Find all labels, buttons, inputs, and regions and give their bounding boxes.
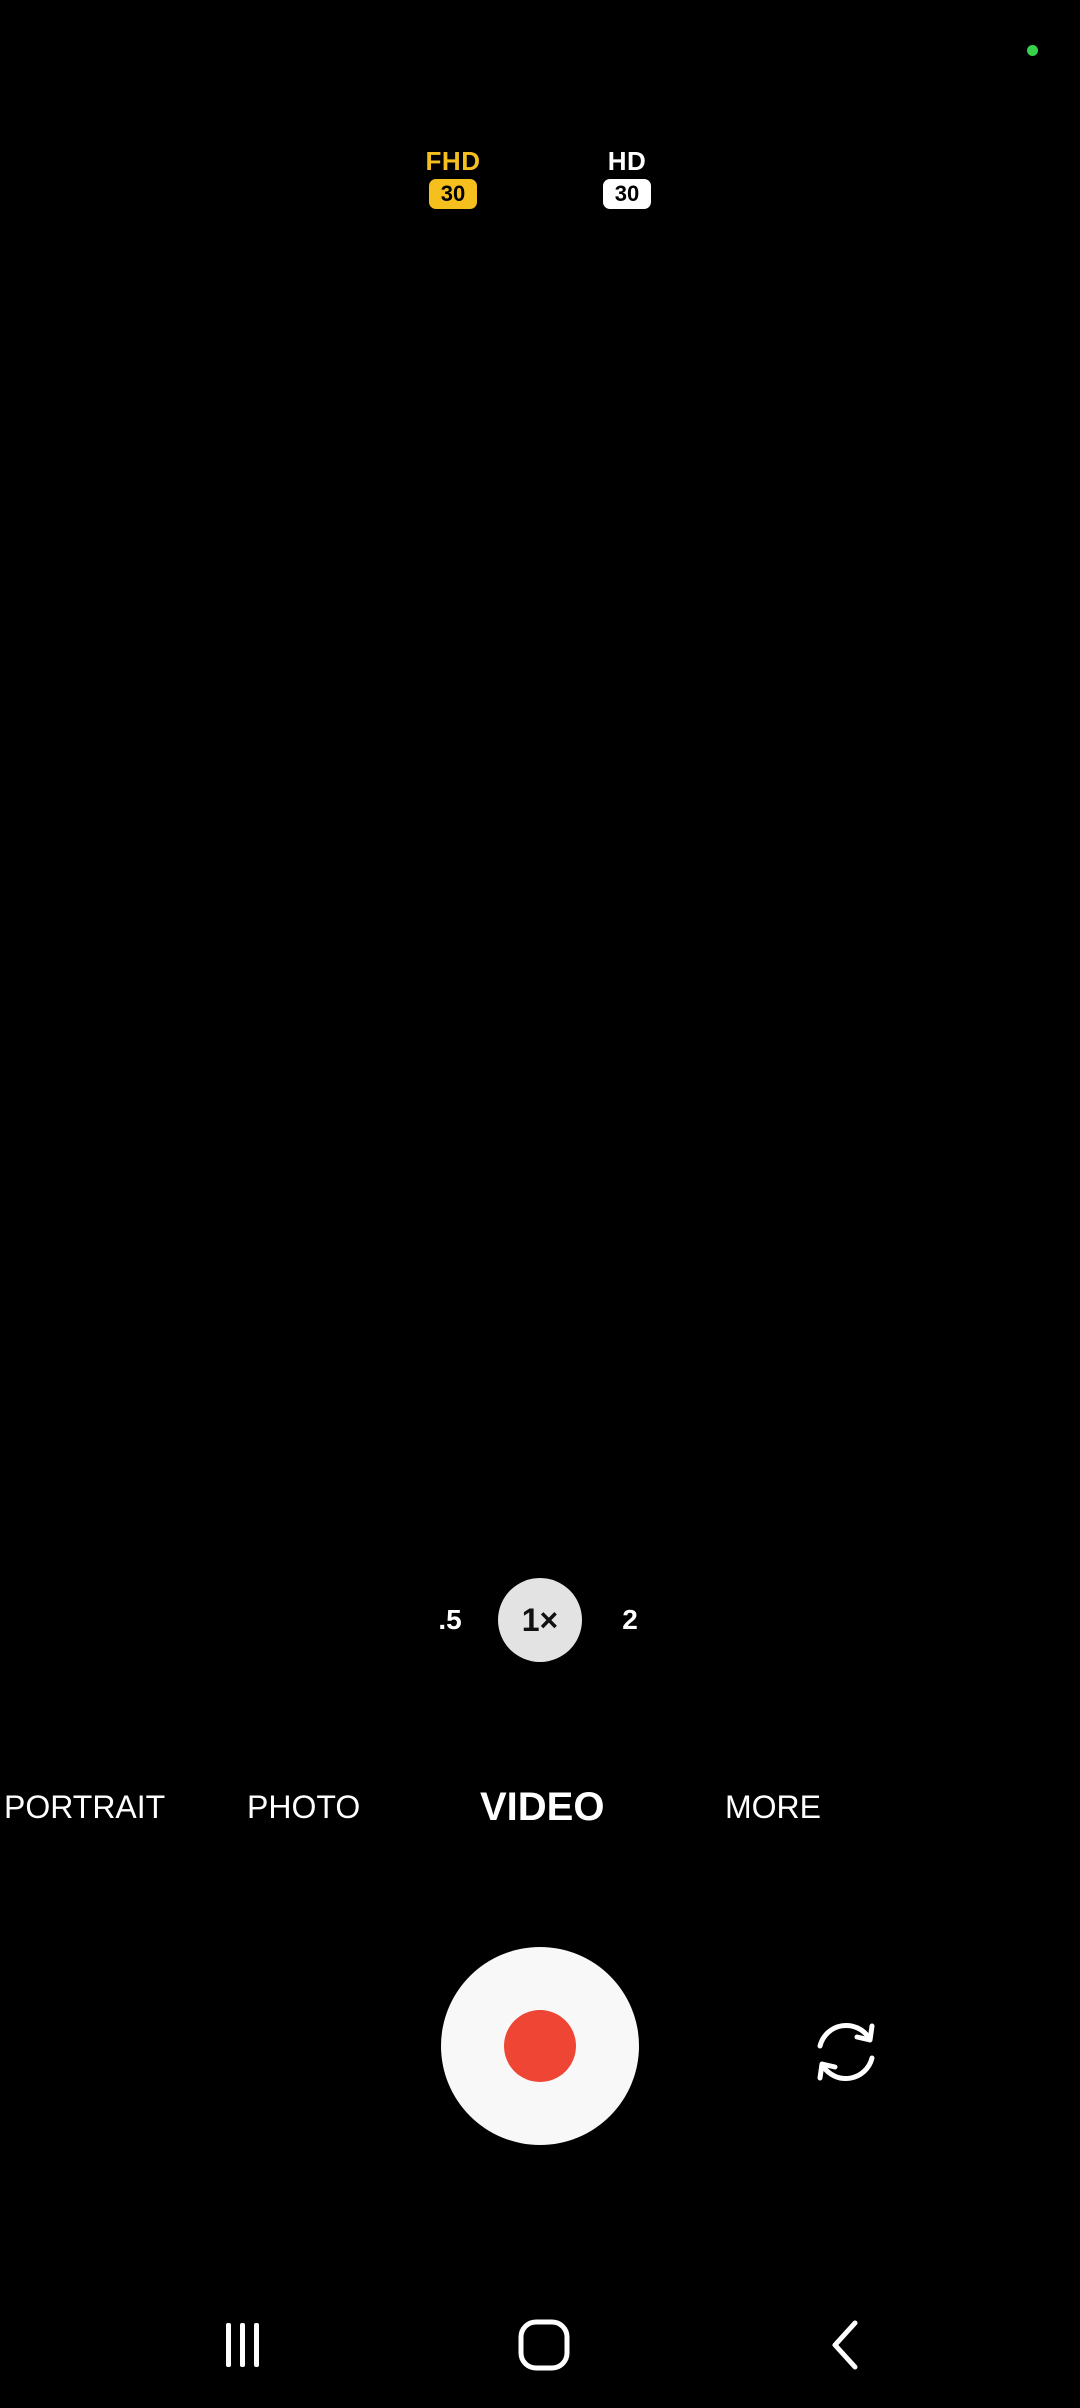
mode-portrait[interactable]: PORTRAIT xyxy=(4,1782,165,1832)
zoom-option-1x[interactable]: 1× xyxy=(498,1578,582,1662)
record-icon xyxy=(504,2010,576,2082)
resolution-option-fhd[interactable]: FHD 30 xyxy=(393,145,513,209)
home-icon xyxy=(518,2319,570,2371)
home-button[interactable] xyxy=(499,2300,589,2390)
switch-camera-icon xyxy=(817,2023,875,2081)
recents-icon xyxy=(226,2323,259,2367)
back-icon xyxy=(832,2320,858,2370)
resolution-option-hd[interactable]: HD 30 xyxy=(567,145,687,209)
record-button[interactable] xyxy=(441,1947,639,2145)
privacy-indicator-dot xyxy=(1027,45,1038,56)
switch-camera-button[interactable] xyxy=(802,2008,890,2096)
fps-badge-fhd: 30 xyxy=(429,179,477,209)
fps-badge-hd: 30 xyxy=(603,179,651,209)
resolution-label-hd: HD xyxy=(607,146,647,176)
mode-photo[interactable]: PHOTO xyxy=(247,1782,360,1832)
recents-button[interactable] xyxy=(197,2300,287,2390)
zoom-option-2x[interactable]: 2 xyxy=(588,1578,672,1662)
mode-video[interactable]: VIDEO xyxy=(480,1782,604,1832)
zoom-option-0-5x[interactable]: .5 xyxy=(408,1578,492,1662)
resolution-label-fhd: FHD xyxy=(425,146,481,176)
back-button[interactable] xyxy=(802,2300,892,2390)
mode-more[interactable]: MORE xyxy=(725,1782,821,1832)
